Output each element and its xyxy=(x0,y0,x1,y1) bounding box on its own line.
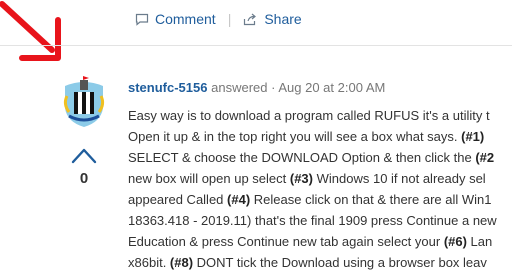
action-separator: | xyxy=(227,11,232,27)
body-text: DONT tick the Download using a browser b… xyxy=(193,255,487,270)
body-text: Easy way is to download a program called… xyxy=(128,108,490,123)
body-line: Open it up & in the top right you will s… xyxy=(128,126,497,147)
body-text: Release click on that & there are all Wi… xyxy=(250,192,492,207)
step-number: (#1) xyxy=(461,129,485,144)
share-icon xyxy=(244,13,257,25)
answer-meta: stenufc-5156 answered · Aug 20 at 2:00 A… xyxy=(128,80,385,95)
share-button[interactable]: Share xyxy=(243,11,302,27)
body-line: appeared Called (#4) Release click on th… xyxy=(128,189,497,210)
step-number: (#2 xyxy=(475,150,495,165)
body-text: appeared Called xyxy=(128,192,228,207)
body-text: Windows 10 if not already sel xyxy=(313,171,486,186)
body-line: 18363.418 - 2019.11) that's the final 19… xyxy=(128,210,497,231)
upvote-chevron-icon[interactable] xyxy=(71,147,97,165)
comment-icon xyxy=(135,13,149,26)
comment-button[interactable]: Comment xyxy=(135,11,216,27)
step-number: (#4) xyxy=(227,192,251,207)
step-number: (#3) xyxy=(289,171,313,186)
vote-score: 0 xyxy=(79,170,89,187)
comment-label: Comment xyxy=(155,11,216,27)
section-divider xyxy=(0,45,512,46)
avatar[interactable] xyxy=(61,74,107,128)
body-line: Education & press Continue new tab again… xyxy=(128,231,497,252)
step-number: (#6) xyxy=(443,234,467,249)
body-text: new box will open up select xyxy=(128,171,290,186)
answer-action: answered xyxy=(211,80,268,95)
body-text: SELECT & choose the DOWNLOAD Option & th… xyxy=(128,150,476,165)
answer-date[interactable]: Aug 20 at 2:00 AM xyxy=(278,80,385,95)
answer-body: Easy way is to download a program called… xyxy=(128,105,497,273)
meta-dot: · xyxy=(271,80,276,95)
post-actions: Comment | Share xyxy=(135,11,302,27)
body-text: x86bit. xyxy=(128,255,170,270)
body-text: Lan xyxy=(466,234,493,249)
username-link[interactable]: stenufc-5156 xyxy=(128,80,207,95)
body-line: Easy way is to download a program called… xyxy=(128,105,497,126)
body-text: Education & press Continue new tab again… xyxy=(128,234,444,249)
red-arrow-annotation-icon xyxy=(0,1,61,61)
body-line: x86bit. (#8) DONT tick the Download usin… xyxy=(128,252,497,273)
share-label: Share xyxy=(264,11,302,27)
body-line: new box will open up select (#3) Windows… xyxy=(128,168,497,189)
body-text: 18363.418 - 2019.11) that's the final 19… xyxy=(128,213,497,228)
body-line: SELECT & choose the DOWNLOAD Option & th… xyxy=(128,147,497,168)
step-number: (#8) xyxy=(169,255,194,270)
body-text: Open it up & in the top right you will s… xyxy=(128,129,462,144)
